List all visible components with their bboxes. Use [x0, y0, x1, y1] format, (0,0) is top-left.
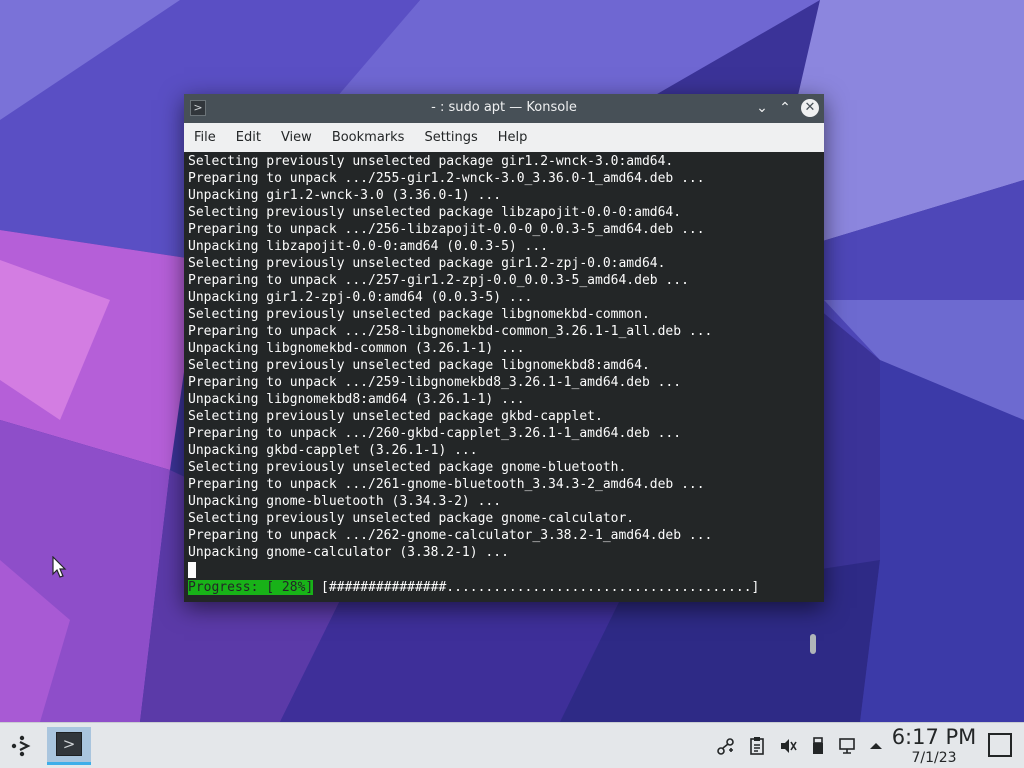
clock-date[interactable]: 7/1/23: [888, 750, 980, 766]
close-button[interactable]: ✕: [801, 99, 819, 117]
konsole-window: > - : sudo apt — Konsole ⌄ ⌃ ✕ File Edit…: [184, 94, 824, 654]
terminal-line: Selecting previously unselected package …: [188, 409, 603, 424]
terminal-line: Preparing to unpack .../256-libzapojit-0…: [188, 222, 705, 237]
clipboard-icon[interactable]: [747, 736, 767, 756]
terminal-line: Preparing to unpack .../262-gnome-calcul…: [188, 528, 713, 543]
taskbar-panel: > 6:17 PM 7/1/23: [0, 722, 1024, 768]
terminal-line: Unpacking gir1.2-wnck-3.0 (3.36.0-1) ...: [188, 188, 502, 203]
terminal-line: Preparing to unpack .../257-gir1.2-zpj-0…: [188, 273, 689, 288]
show-desktop-button[interactable]: [988, 733, 1012, 757]
progress-bar-text: [###############........................…: [313, 580, 760, 595]
terminal-line: Selecting previously unselected package …: [188, 460, 627, 475]
wired-network-icon[interactable]: [838, 736, 858, 756]
kde-app-launcher-icon[interactable]: [8, 732, 36, 760]
terminal-line: Preparing to unpack .../258-libgnomekbd-…: [188, 324, 713, 339]
terminal-line: Selecting previously unselected package …: [188, 154, 674, 169]
terminal-line: Selecting previously unselected package …: [188, 511, 635, 526]
expand-tray-arrow-icon[interactable]: [866, 736, 886, 756]
window-titlebar[interactable]: > - : sudo apt — Konsole ⌄ ⌃ ✕: [184, 94, 824, 123]
terminal-line: Unpacking gir1.2-zpj-0.0:amd64 (0.0.3-5)…: [188, 290, 533, 305]
menu-bar: File Edit View Bookmarks Settings Help: [184, 123, 824, 152]
terminal-cursor: [188, 562, 196, 578]
terminal-line: Preparing to unpack .../261-gnome-blueto…: [188, 477, 705, 492]
terminal-area[interactable]: Selecting previously unselected package …: [184, 152, 824, 654]
konsole-icon: >: [56, 732, 82, 756]
minimize-button[interactable]: ⌄: [753, 99, 771, 117]
volume-muted-icon[interactable]: [778, 736, 798, 756]
terminal-scrollbar[interactable]: [810, 634, 816, 654]
terminal-line: Unpacking libzapojit-0.0-0:amd64 (0.0.3-…: [188, 239, 549, 254]
terminal-line: Unpacking libgnomekbd8:amd64 (3.26.1-1) …: [188, 392, 525, 407]
terminal-line: Unpacking gnome-calculator (3.38.2-1) ..…: [188, 545, 509, 560]
menu-help[interactable]: Help: [488, 123, 538, 152]
terminal-line: Preparing to unpack .../255-gir1.2-wnck-…: [188, 171, 705, 186]
menu-edit[interactable]: Edit: [226, 123, 271, 152]
terminal-line: Selecting previously unselected package …: [188, 358, 650, 373]
apt-progress-row: Progress: [ 28%] [###############.......…: [188, 579, 759, 596]
terminal-line: Unpacking gnome-bluetooth (3.34.3-2) ...: [188, 494, 502, 509]
terminal-line: Preparing to unpack .../260-gkbd-capplet…: [188, 426, 682, 441]
window-title: - : sudo apt — Konsole: [431, 100, 577, 115]
menu-settings[interactable]: Settings: [414, 123, 487, 152]
terminal-line: Selecting previously unselected package …: [188, 205, 682, 220]
terminal-line: Selecting previously unselected package …: [188, 307, 650, 322]
progress-label: Progress: [ 28%]: [188, 580, 314, 595]
terminal-output: Selecting previously unselected package …: [188, 153, 808, 561]
network-icon[interactable]: [716, 736, 736, 756]
terminal-line: Unpacking gkbd-capplet (3.26.1-1) ...: [188, 443, 478, 458]
clock-time[interactable]: 6:17 PM: [888, 725, 980, 749]
menu-file[interactable]: File: [184, 123, 226, 152]
maximize-button[interactable]: ⌃: [776, 99, 794, 117]
terminal-line: Preparing to unpack .../259-libgnomekbd8…: [188, 375, 682, 390]
removable-device-icon[interactable]: [808, 736, 828, 756]
menu-bookmarks[interactable]: Bookmarks: [322, 123, 415, 152]
menu-view[interactable]: View: [271, 123, 322, 152]
terminal-line: Unpacking libgnomekbd-common (3.26.1-1) …: [188, 341, 525, 356]
terminal-line: Selecting previously unselected package …: [188, 256, 666, 271]
mouse-pointer-icon: [52, 556, 67, 578]
taskbar-konsole-task[interactable]: >: [47, 727, 91, 765]
